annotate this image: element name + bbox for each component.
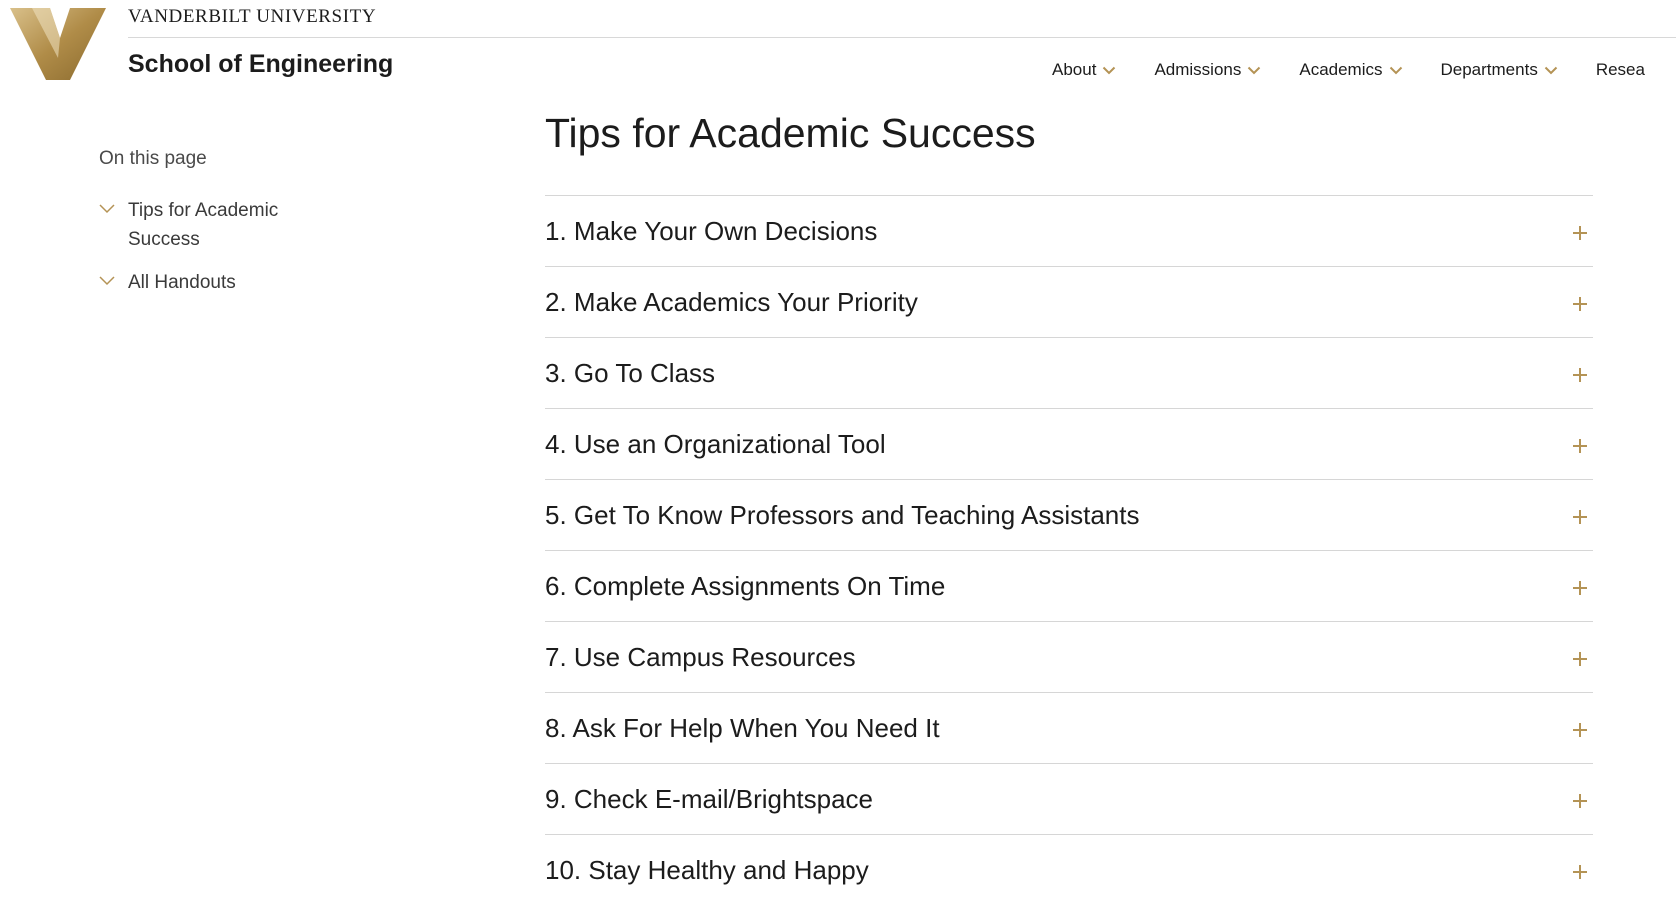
accordion-title: 5. Get To Know Professors and Teaching A… [545,499,1140,530]
accordion-item[interactable]: 8. Ask For Help When You Need It [545,693,1593,764]
accordion-title: 1. Make Your Own Decisions [545,215,878,246]
toc-item-tips[interactable]: Tips for Academic Success [99,196,339,254]
accordion-item[interactable]: 3. Go To Class [545,338,1593,409]
plus-icon[interactable] [1572,864,1588,880]
accordion-item[interactable]: 10. Stay Healthy and Happy [545,835,1593,899]
accordion-title: 8. Ask For Help When You Need It [545,712,940,743]
accordion-item[interactable]: 1. Make Your Own Decisions [545,196,1593,267]
chevron-down-icon [99,276,115,286]
plus-icon[interactable] [1572,793,1588,809]
plus-icon[interactable] [1572,367,1588,383]
nav-item-label: Admissions [1154,60,1242,79]
toc-item-label: All Handouts [128,272,236,293]
accordion-title: 7. Use Campus Resources [545,641,856,672]
accordion-title: 3. Go To Class [545,357,716,388]
plus-icon[interactable] [1572,722,1588,738]
accordion: 1. Make Your Own Decisions 2. Make Acade… [545,195,1593,899]
accordion-item[interactable]: 6. Complete Assignments On Time [545,551,1593,622]
nav-item-label: Departments [1440,60,1538,79]
accordion-title: 10. Stay Healthy and Happy [545,854,869,885]
accordion-title: 2. Make Academics Your Priority [545,286,918,317]
accordion-item[interactable]: 9. Check E-mail/Brightspace [545,764,1593,835]
toc-item-handouts[interactable]: All Handouts [99,268,339,297]
page-title: Tips for Academic Success [545,110,1036,156]
nav-item-admissions[interactable]: Admissions [1154,60,1261,80]
accordion-item[interactable]: 7. Use Campus Resources [545,622,1593,693]
toc-list: Tips for Academic Success All Handouts [99,196,339,311]
plus-icon[interactable] [1572,580,1588,596]
nav-item-research[interactable]: Resea [1596,60,1645,80]
header-divider [128,37,1676,38]
chevron-down-icon [1544,66,1558,74]
toc-item-label: Tips for Academic Success [128,200,279,250]
toc-heading: On this page [99,148,207,169]
accordion-title: 4. Use an Organizational Tool [545,428,886,459]
main-nav: About Admissions Academics Departments R… [1052,58,1676,82]
chevron-down-icon [99,204,115,214]
accordion-title: 9. Check E-mail/Brightspace [545,783,874,814]
nav-item-label: Resea [1595,60,1645,79]
nav-item-label: About [1052,60,1097,79]
accordion-title: 6. Complete Assignments On Time [545,570,946,601]
university-name[interactable]: VANDERBILT UNIVERSITY [128,6,376,28]
plus-icon[interactable] [1572,438,1588,454]
chevron-down-icon [1389,66,1402,74]
nav-item-about[interactable]: About [1052,60,1116,80]
page: VANDERBILT UNIVERSITY School of Engineer… [0,0,1676,899]
accordion-item[interactable]: 4. Use an Organizational Tool [545,409,1593,480]
plus-icon[interactable] [1572,509,1588,525]
vanderbilt-logo-icon[interactable] [10,8,106,80]
plus-icon[interactable] [1572,651,1588,667]
chevron-down-icon [1103,66,1116,74]
plus-icon[interactable] [1572,225,1588,241]
chevron-down-icon [1248,66,1261,74]
school-name[interactable]: School of Engineering [128,50,393,79]
nav-item-academics[interactable]: Academics [1299,60,1402,80]
plus-icon[interactable] [1572,296,1588,312]
nav-item-departments[interactable]: Departments [1441,60,1558,80]
nav-item-label: Academics [1299,60,1383,79]
accordion-item[interactable]: 2. Make Academics Your Priority [545,267,1593,338]
accordion-item[interactable]: 5. Get To Know Professors and Teaching A… [545,480,1593,551]
